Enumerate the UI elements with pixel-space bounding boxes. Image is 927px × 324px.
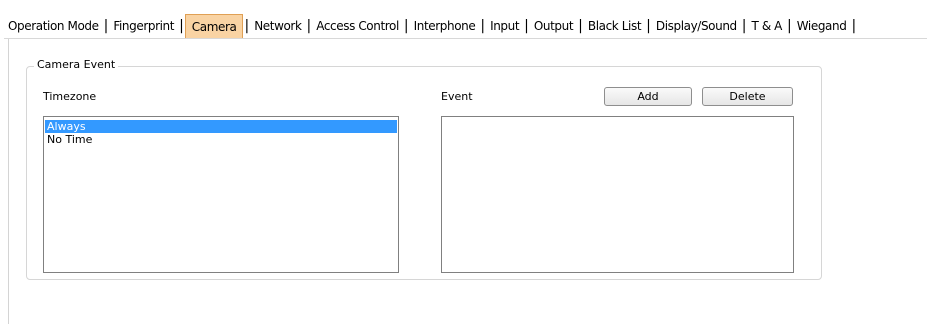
- tab-separator: |: [103, 18, 109, 34]
- tab-separator: |: [578, 18, 583, 34]
- tab-output[interactable]: Output: [530, 14, 577, 38]
- tab-interphone[interactable]: Interphone: [410, 14, 480, 38]
- tab-t-a[interactable]: T & A: [747, 14, 786, 38]
- camera-settings-window: Operation Mode | Fingerprint | Camera | Networ…: [0, 0, 927, 324]
- tab-access-control[interactable]: Access Control: [312, 14, 403, 38]
- camera-event-group-title: Camera Event: [34, 58, 119, 72]
- add-button[interactable]: Add: [604, 87, 692, 106]
- window-left-border: [8, 38, 9, 324]
- tab-separator: |: [646, 18, 651, 34]
- event-listbox[interactable]: [441, 116, 794, 273]
- tab-input[interactable]: Input: [486, 14, 523, 38]
- tab-camera[interactable]: Camera: [184, 14, 244, 38]
- tab-network[interactable]: Network: [250, 14, 305, 38]
- tab-fingerprint[interactable]: Fingerprint: [109, 14, 178, 38]
- tab-separator: |: [244, 18, 250, 34]
- tab-separator: |: [480, 18, 486, 34]
- event-label: Event: [441, 90, 473, 103]
- tab-separator: |: [851, 18, 857, 34]
- tab-black-list[interactable]: Black List: [584, 14, 645, 38]
- tab-display-sound[interactable]: Display/Sound: [652, 14, 741, 38]
- timezone-label: Timezone: [43, 90, 97, 103]
- delete-button[interactable]: Delete: [702, 87, 793, 106]
- tab-separator: |: [787, 18, 792, 34]
- timezone-list-item[interactable]: No Time: [45, 133, 397, 146]
- tab-separator: |: [524, 18, 529, 34]
- tab-separator: |: [403, 18, 409, 34]
- tab-separator: |: [741, 18, 747, 34]
- tab-operation-mode[interactable]: Operation Mode: [4, 14, 103, 38]
- tab-separator: |: [179, 18, 184, 34]
- tab-wiegand[interactable]: Wiegand: [793, 14, 851, 38]
- tab-separator: |: [306, 18, 312, 34]
- timezone-listbox[interactable]: Always No Time: [43, 116, 399, 273]
- tab-bar: Operation Mode | Fingerprint | Camera | Networ…: [4, 14, 927, 39]
- timezone-list-item[interactable]: Always: [45, 120, 397, 133]
